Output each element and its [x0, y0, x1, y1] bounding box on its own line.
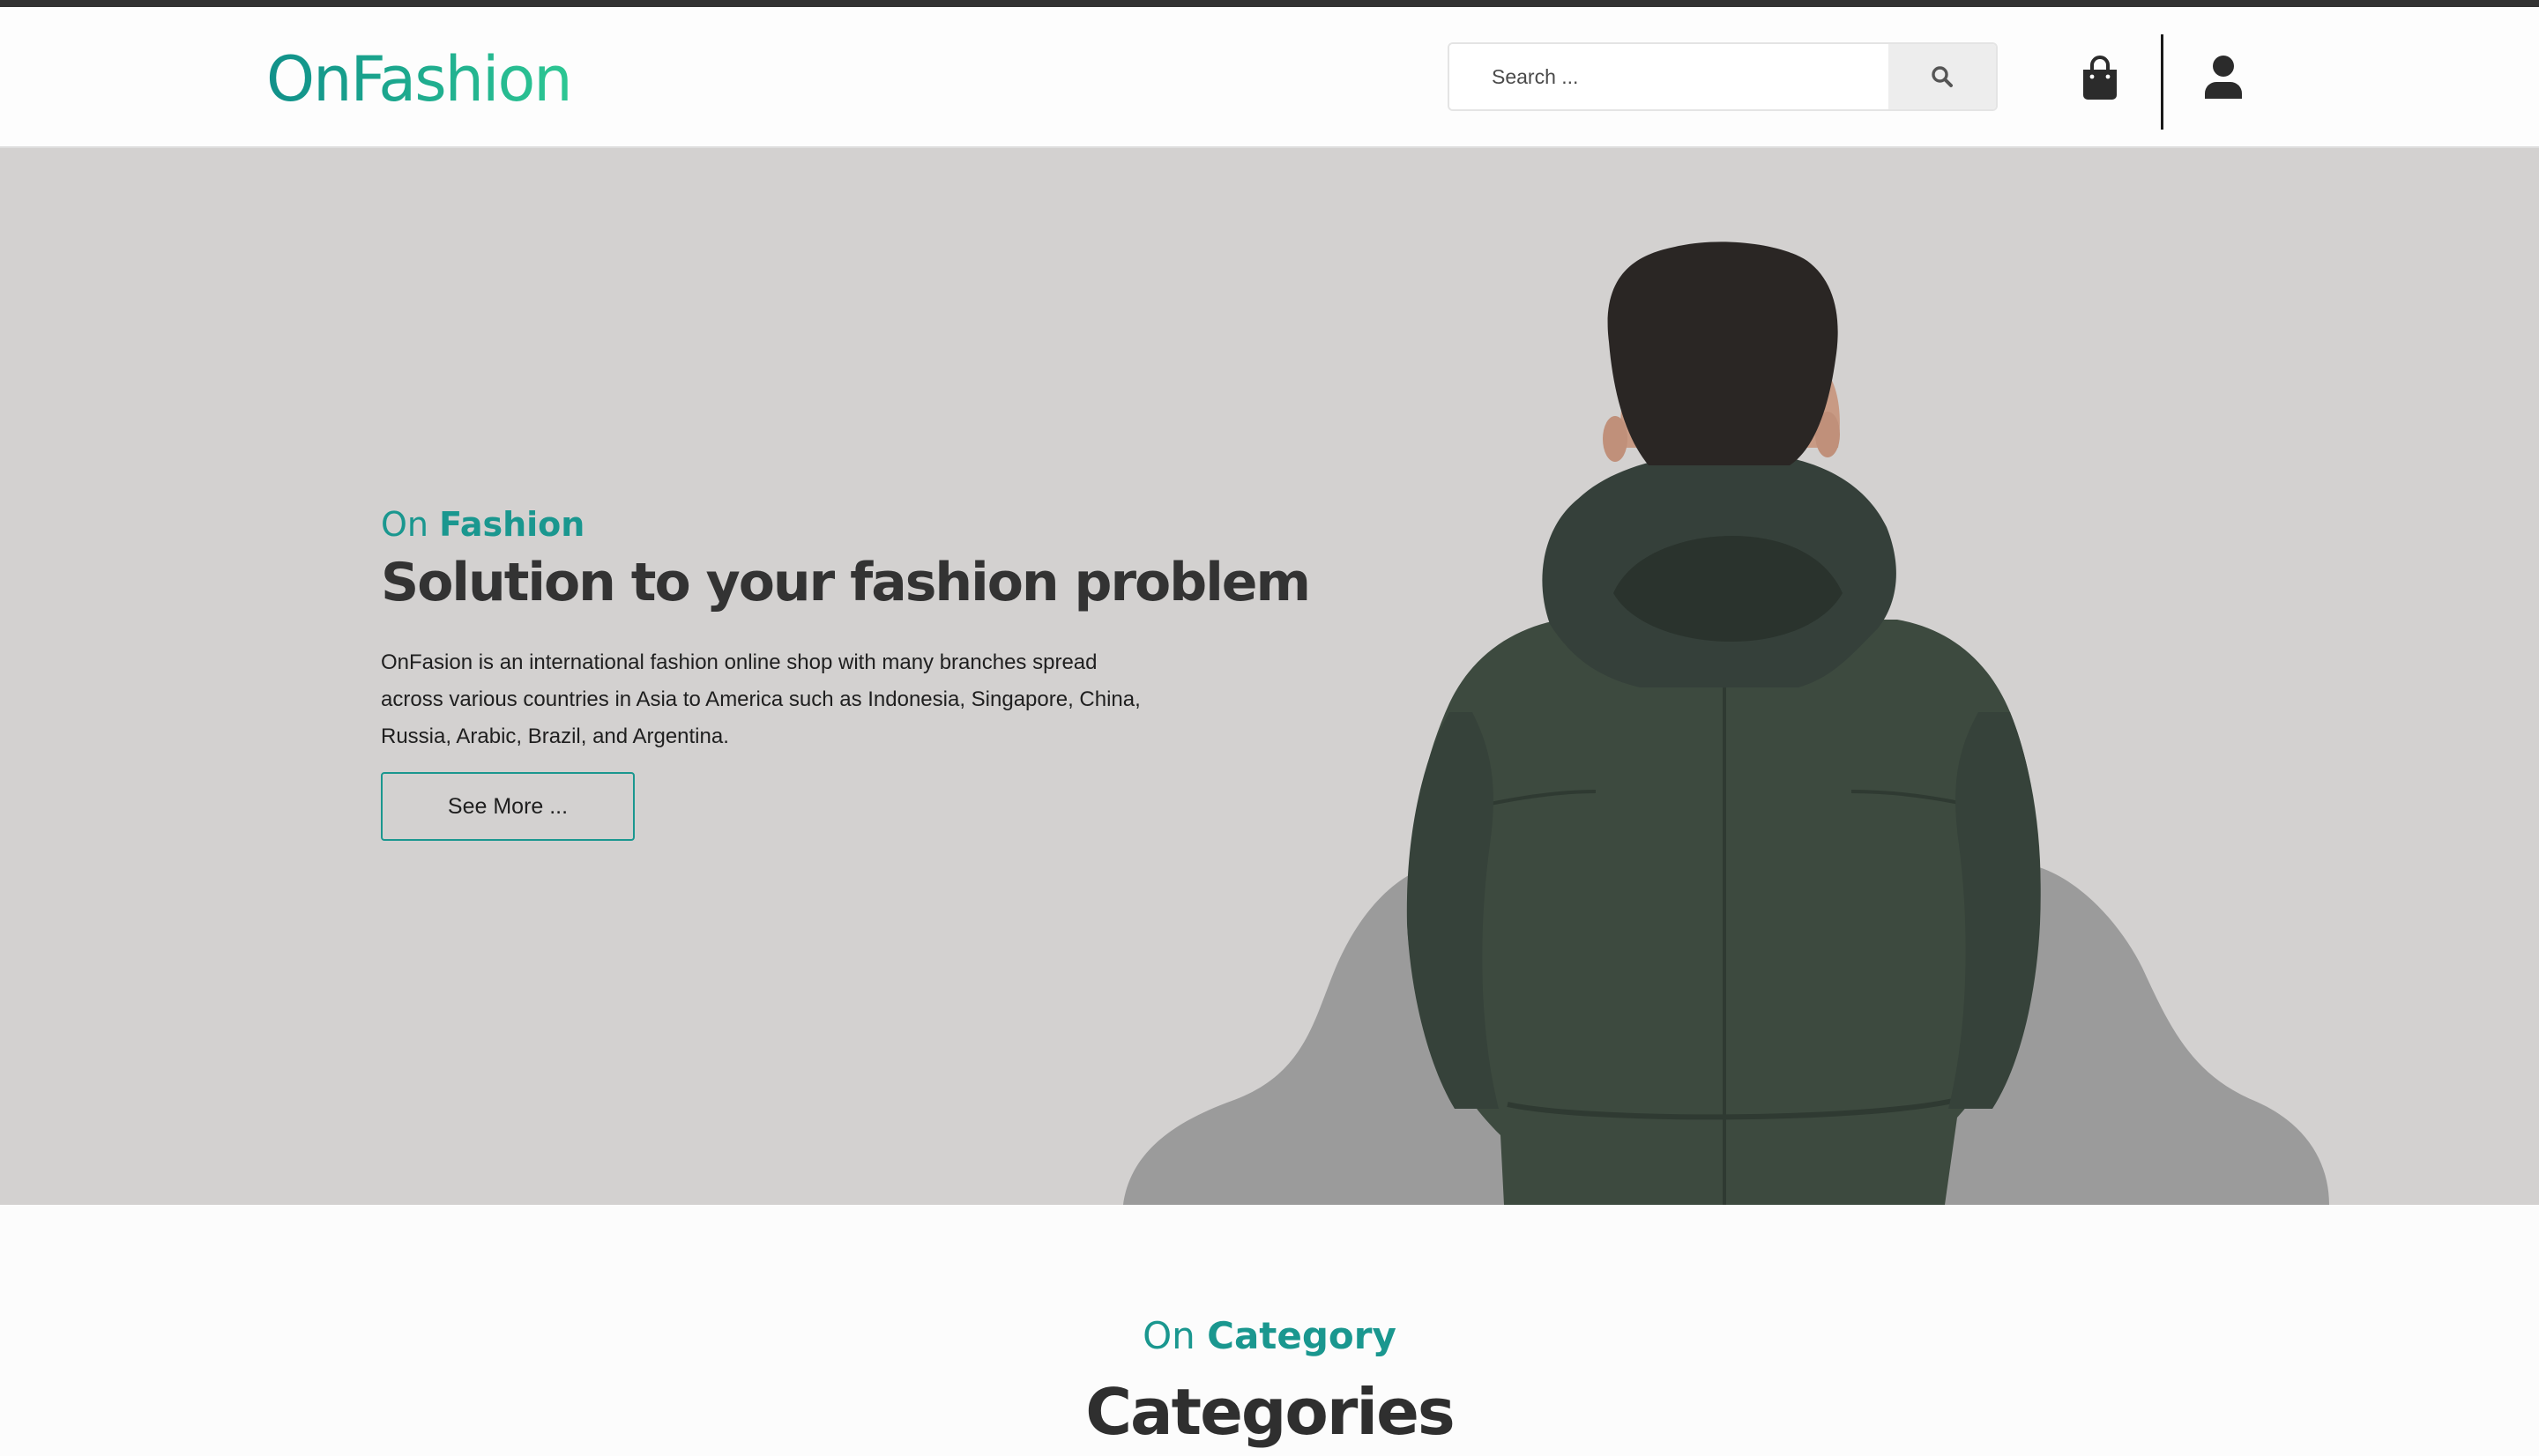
site-header: OnFashion	[0, 7, 2539, 148]
see-more-button[interactable]: See More ...	[381, 772, 635, 841]
hero-description: OnFasion is an international fashion onl…	[381, 650, 1141, 748]
user-icon	[2205, 56, 2242, 99]
hero-title: Solution to your fashion problem	[381, 552, 1311, 613]
hero-eyebrow-strong: Fashion	[439, 505, 585, 544]
category-eyebrow: On Category	[0, 1310, 2539, 1363]
hero-eyebrow-light: On	[381, 505, 428, 544]
categories-title: Categories	[1085, 1375, 1456, 1449]
site-logo[interactable]: OnFashion	[266, 35, 573, 123]
hero-section: On Fashion Solution to your fashion prob…	[0, 148, 2539, 1205]
search-button[interactable]	[1888, 44, 1996, 109]
search-bar	[1448, 42, 1998, 111]
category-eyebrow-strong: Category	[1207, 1314, 1396, 1357]
search-input[interactable]	[1449, 44, 1888, 109]
top-strip	[0, 0, 2539, 7]
shopping-bag-icon	[2083, 56, 2117, 100]
account-button[interactable]	[2199, 49, 2248, 106]
header-divider	[2161, 34, 2163, 130]
cart-button[interactable]	[2075, 49, 2125, 106]
hero-eyebrow: On Fashion	[381, 498, 584, 551]
search-icon	[1932, 66, 1953, 87]
category-eyebrow-light: On	[1143, 1314, 1195, 1357]
